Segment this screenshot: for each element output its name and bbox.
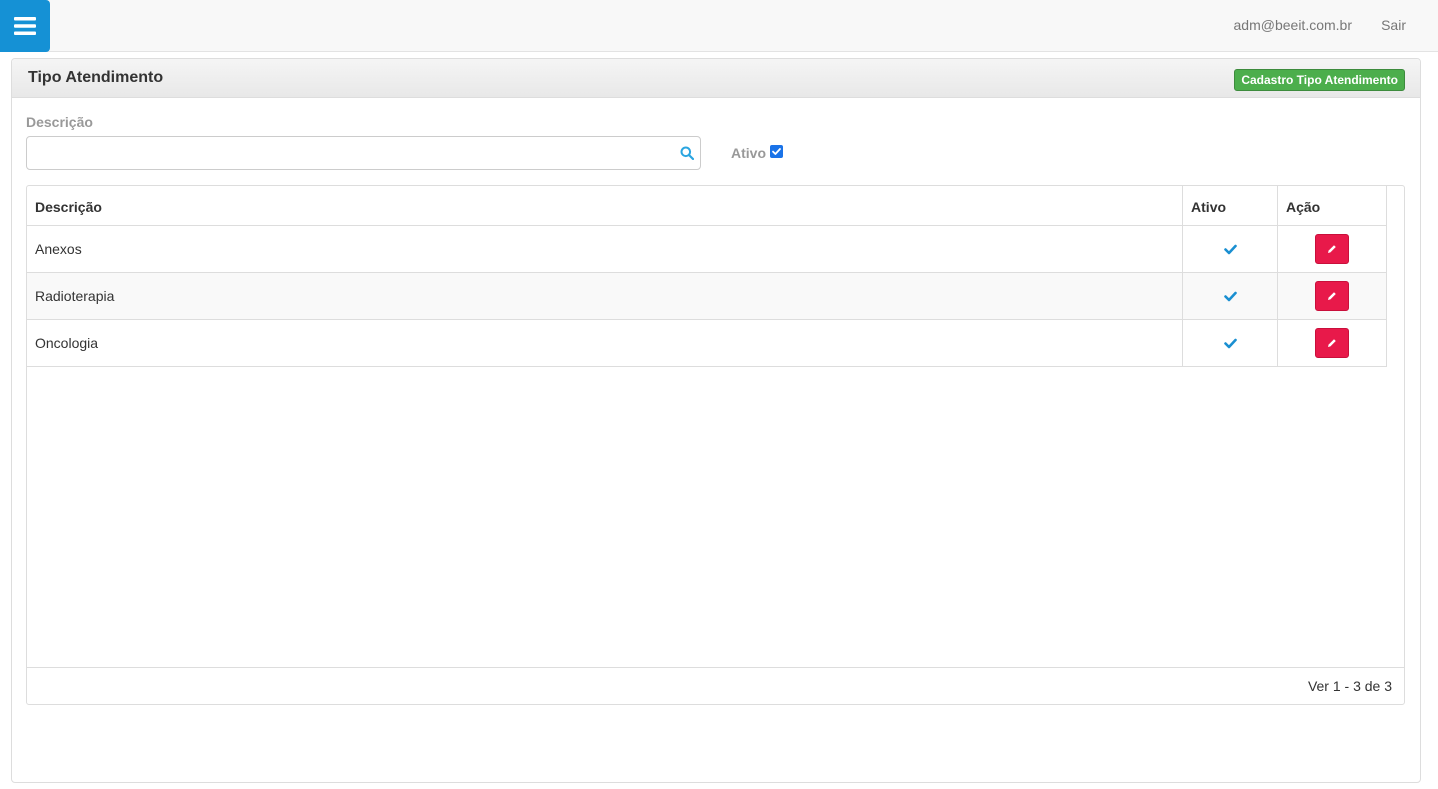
cell-acao — [1277, 225, 1387, 273]
check-icon — [1223, 338, 1237, 349]
hamburger-icon — [14, 17, 36, 35]
column-header-acao: Ação — [1277, 186, 1387, 226]
panel-heading: Tipo Atendimento Cadastro Tipo Atendimen… — [12, 59, 1420, 98]
active-filter-label: Ativo — [731, 145, 766, 161]
search-icon[interactable] — [680, 146, 694, 160]
cell-descricao: Radioterapia — [27, 272, 1184, 320]
edit-button[interactable] — [1315, 327, 1349, 358]
pencil-icon — [1328, 338, 1336, 347]
menu-toggle-button[interactable] — [0, 0, 50, 52]
check-icon — [1223, 291, 1237, 302]
cell-ativo — [1182, 319, 1278, 367]
check-icon — [1223, 244, 1237, 255]
cell-acao — [1277, 319, 1387, 367]
cell-descricao: Oncologia — [27, 319, 1184, 367]
pencil-icon — [1328, 244, 1336, 253]
pencil-icon — [1328, 291, 1336, 300]
cell-ativo — [1182, 272, 1278, 320]
edit-button[interactable] — [1315, 280, 1349, 311]
top-navbar: adm@beeit.com.br Sair — [0, 0, 1438, 52]
add-tipo-atendimento-button[interactable]: Cadastro Tipo Atendimento — [1234, 69, 1405, 91]
description-filter-label: Descrição — [26, 114, 93, 130]
table-row[interactable]: Oncologia — [27, 319, 1387, 367]
cell-ativo — [1182, 225, 1278, 273]
results-grid: Descrição Ativo Ação Anexos Radioterapia… — [26, 185, 1405, 705]
pager-info: Ver 1 - 3 de 3 — [1307, 678, 1392, 694]
page-title: Tipo Atendimento — [28, 69, 164, 86]
description-search-input[interactable] — [27, 137, 667, 169]
main-panel: Tipo Atendimento Cadastro Tipo Atendimen… — [11, 58, 1421, 783]
grid-pager: Ver 1 - 3 de 3 — [27, 667, 1404, 704]
cell-descricao: Anexos — [27, 225, 1184, 273]
cell-acao — [1277, 272, 1387, 320]
results-table: Descrição Ativo Ação Anexos Radioterapia… — [27, 186, 1387, 367]
logout-link[interactable]: Sair — [1381, 17, 1406, 33]
table-row[interactable]: Anexos — [27, 225, 1387, 273]
table-row[interactable]: Radioterapia — [27, 272, 1387, 320]
table-header-row: Descrição Ativo Ação — [27, 186, 1387, 226]
checkbox-check-icon — [772, 148, 781, 155]
user-email: adm@beeit.com.br — [1233, 17, 1352, 33]
column-header-ativo[interactable]: Ativo — [1182, 186, 1278, 226]
active-filter-checkbox[interactable] — [770, 145, 783, 158]
description-search-field — [26, 136, 701, 170]
edit-button[interactable] — [1315, 233, 1349, 264]
column-header-descricao[interactable]: Descrição — [27, 186, 1184, 226]
